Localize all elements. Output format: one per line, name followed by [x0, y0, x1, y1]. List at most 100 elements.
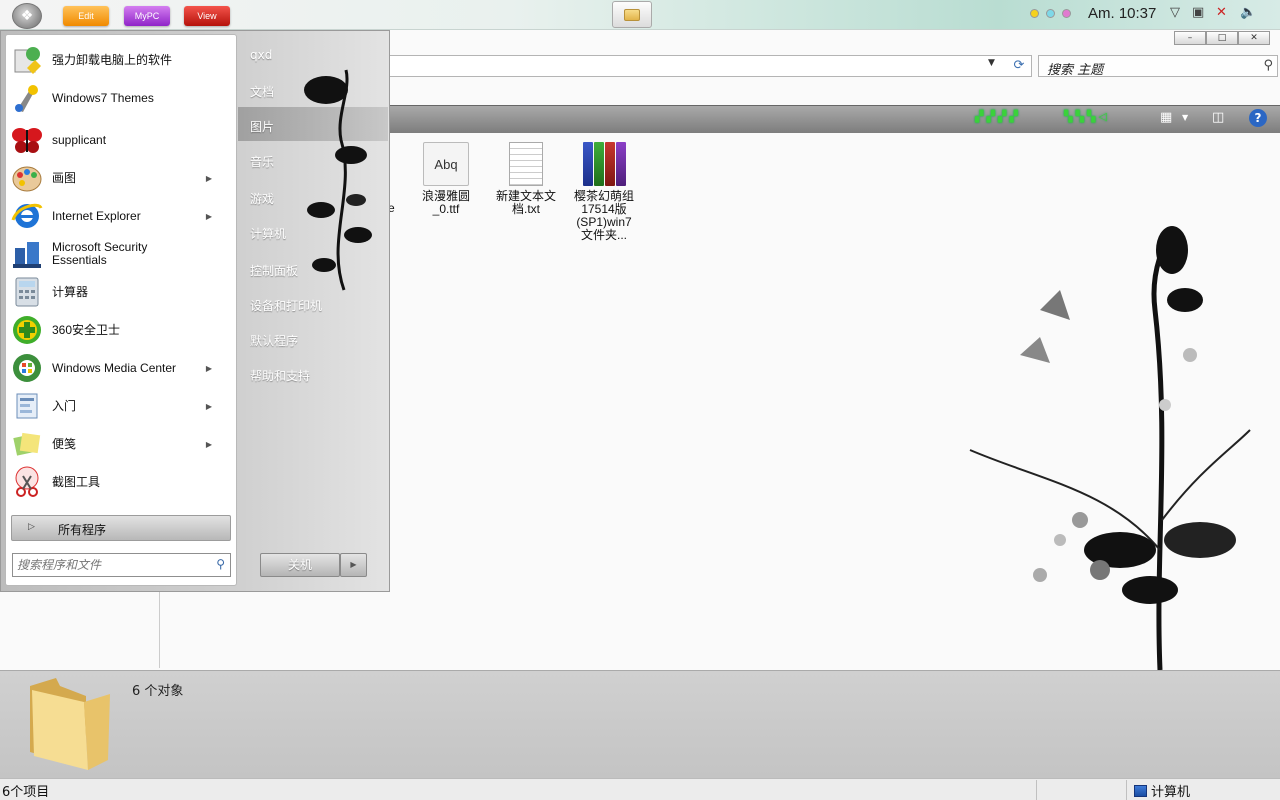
program-label: 画图: [52, 170, 77, 185]
font-file-icon: Abq: [423, 142, 469, 186]
preview-pane-icon[interactable]: ◫: [1212, 110, 1224, 125]
navigation-pane-divider: [159, 592, 160, 668]
maximize-button[interactable]: □: [1206, 31, 1238, 45]
shutdown-options-arrow-icon[interactable]: ▶: [340, 553, 367, 577]
program-label: Internet Explorer: [52, 208, 141, 223]
search-placeholder: 搜索 主题: [1047, 63, 1104, 78]
search-icon[interactable]: ⚲: [1263, 58, 1273, 73]
toolbar-share-glyphs[interactable]: ▚▚▚◁: [1064, 110, 1110, 128]
computer-icon: [1134, 784, 1147, 797]
start-search-input[interactable]: [17, 556, 197, 574]
submenu-arrow-icon[interactable]: ▶: [206, 212, 212, 221]
program-item-getting-started[interactable]: 入门 ▶: [10, 388, 232, 424]
right-link-help-support[interactable]: 帮助和支持: [250, 367, 310, 384]
snipping-tool-icon: [10, 465, 44, 499]
program-label: Microsoft Security Essentials: [52, 240, 148, 267]
address-dropdown-icon[interactable]: ▼: [988, 58, 995, 68]
toolbar-organize-glyphs[interactable]: ▞▞▞▞: [975, 110, 1021, 128]
program-label: Windows7 Themes: [52, 90, 154, 105]
details-pane: [0, 670, 1280, 778]
program-label: 强力卸载电脑上的软件: [52, 52, 173, 67]
clipboard-icon[interactable]: ▣: [1192, 5, 1204, 20]
status-divider: [1126, 780, 1127, 800]
yellow-dot-icon[interactable]: [1030, 9, 1039, 18]
status-item-count: 6个项目: [2, 785, 50, 800]
program-label: supplicant: [52, 132, 107, 147]
view-options-icon[interactable]: ▦: [1160, 110, 1172, 125]
edit-button[interactable]: Edit: [63, 6, 109, 26]
program-item-360[interactable]: 360安全卫士: [10, 312, 232, 348]
folder-icon: [624, 8, 640, 21]
windows-logo-icon: ❖: [20, 8, 34, 24]
themes-icon: [10, 81, 44, 115]
right-link-music[interactable]: 音乐: [250, 153, 274, 170]
folder-icon: [30, 678, 110, 770]
file-item-archive[interactable]: 樱茶幻萌组17514版(SP1)win7文件夹...: [572, 142, 636, 242]
getting-started-icon: [10, 389, 44, 423]
right-link-control-panel[interactable]: 控制面板: [250, 262, 298, 279]
program-item-windows7-themes[interactable]: Windows7 Themes: [10, 80, 232, 116]
close-button[interactable]: ✕: [1238, 31, 1270, 45]
right-link-default-programs[interactable]: 默认程序: [250, 332, 298, 349]
expand-arrow-icon: ▷: [28, 522, 35, 532]
file-name: 浪漫雅圆_0.ttf: [421, 189, 470, 216]
network-disconnected-icon[interactable]: ✕: [1216, 5, 1227, 20]
submenu-arrow-icon[interactable]: ▶: [206, 440, 212, 449]
help-icon[interactable]: ?: [1249, 109, 1267, 127]
file-name: 新建文本文档.txt: [495, 189, 556, 216]
volume-icon[interactable]: 🔈: [1240, 5, 1256, 20]
program-item-uninstall[interactable]: 强力卸载电脑上的软件: [10, 42, 232, 78]
pink-dot-icon[interactable]: [1062, 9, 1071, 18]
view-dropdown-icon[interactable]: ▼: [1182, 113, 1188, 122]
program-item-calculator[interactable]: 计算器: [10, 274, 232, 310]
status-divider: [1036, 780, 1037, 800]
explorer-search-box[interactable]: 搜索 主题 ⚲: [1038, 55, 1278, 78]
cyan-dot-icon[interactable]: [1046, 9, 1055, 18]
file-item-text[interactable]: 新建文本文档.txt: [494, 142, 558, 216]
program-label: 360安全卫士: [52, 322, 121, 337]
tray-expand-icon[interactable]: ▽: [1170, 5, 1180, 20]
paint-icon: [10, 161, 44, 195]
program-item-sticky-notes[interactable]: 便笺 ▶: [10, 426, 232, 462]
program-item-security-essentials[interactable]: Microsoft Security Essentials: [10, 236, 232, 272]
mypc-button[interactable]: MyPC: [124, 6, 170, 26]
rar-archive-icon: [581, 142, 627, 186]
ie-icon: [10, 199, 44, 233]
sticky-notes-icon: [10, 427, 44, 461]
address-bar[interactable]: [390, 55, 1032, 77]
start-orb-button[interactable]: ❖: [12, 3, 42, 29]
program-item-internet-explorer[interactable]: Internet Explorer ▶: [10, 198, 232, 234]
refresh-icon[interactable]: ⟳: [1006, 55, 1032, 77]
all-programs-button[interactable]: ▷ 所有程序: [11, 515, 231, 541]
shutdown-button[interactable]: 关机: [260, 553, 340, 577]
submenu-arrow-icon[interactable]: ▶: [206, 364, 212, 373]
start-search-box[interactable]: ⚲: [12, 553, 231, 577]
status-location-label: 计算机: [1151, 785, 1191, 800]
butterfly-icon: [10, 123, 44, 157]
text-file-icon: [509, 142, 543, 186]
taskbar-explorer-button[interactable]: [612, 1, 652, 28]
right-link-pictures[interactable]: 图片: [250, 118, 274, 135]
submenu-arrow-icon[interactable]: ▶: [206, 402, 212, 411]
program-label: 入门: [52, 398, 77, 413]
search-icon[interactable]: ⚲: [216, 557, 225, 571]
right-link-documents[interactable]: 文档: [250, 83, 274, 100]
file-name: 樱茶幻萌组17514版(SP1)win7文件夹...: [573, 189, 634, 242]
view-button[interactable]: View: [184, 6, 230, 26]
status-bar: [0, 778, 1280, 800]
minimize-button[interactable]: –: [1174, 31, 1206, 45]
program-item-supplicant[interactable]: supplicant: [10, 122, 232, 158]
submenu-arrow-icon[interactable]: ▶: [206, 174, 212, 183]
file-item-font[interactable]: Abq 浪漫雅圆_0.ttf: [414, 142, 478, 216]
object-count: 6 个对象: [132, 684, 184, 699]
program-label: 计算器: [52, 284, 89, 299]
program-label: Windows Media Center: [52, 360, 177, 375]
program-item-snipping-tool[interactable]: 截图工具: [10, 464, 232, 500]
start-menu-programs-pane: [5, 34, 237, 586]
program-item-paint[interactable]: 画图 ▶: [10, 160, 232, 196]
clock[interactable]: Am. 10:37: [1088, 5, 1156, 22]
right-link-computer[interactable]: 计算机: [250, 225, 286, 242]
program-item-media-center[interactable]: Windows Media Center ▶: [10, 350, 232, 386]
right-link-user[interactable]: qxd: [250, 48, 272, 62]
right-link-games[interactable]: 游戏: [250, 190, 274, 207]
